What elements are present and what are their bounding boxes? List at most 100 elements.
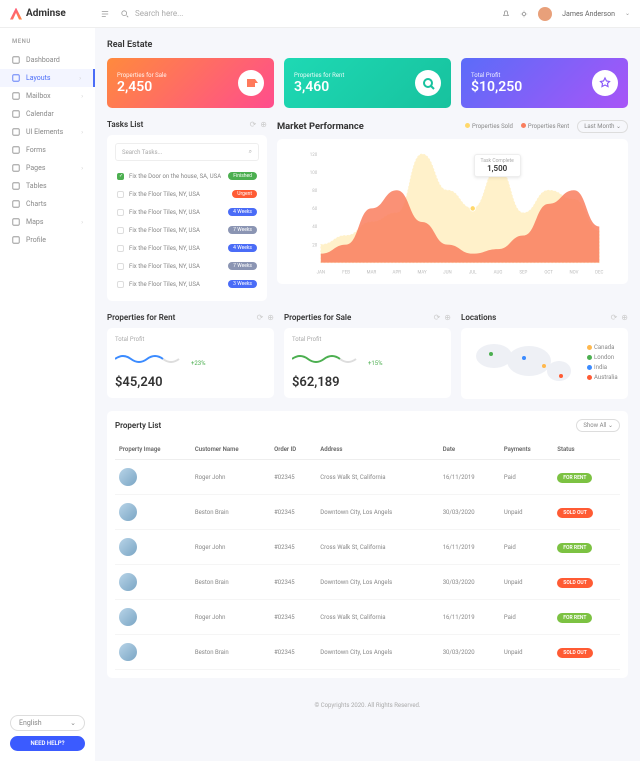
range-select[interactable]: Last Month ⌄ — [577, 120, 628, 133]
page-title: Real Estate — [107, 40, 628, 50]
help-button[interactable]: NEED HELP? — [10, 736, 85, 751]
sidebar-item-calendar[interactable]: Calendar — [0, 105, 95, 123]
grid-icon — [12, 56, 20, 64]
mini-value: $45,240 — [115, 375, 266, 390]
tasks-title: Tasks List — [107, 120, 143, 129]
chevron-right-icon: › — [81, 129, 83, 136]
table-row[interactable]: Roger John#02345Cross Walk St, Californi… — [115, 460, 620, 495]
status-badge: FOR RENT — [557, 543, 592, 553]
more-icon[interactable]: ⊕ — [260, 120, 267, 129]
task-badge: 7 Weeks — [228, 226, 257, 234]
checkbox[interactable] — [117, 245, 124, 252]
task-item[interactable]: Fix the Floor Tiles, NY, USA4 Weeks — [115, 239, 259, 257]
mail-icon — [12, 92, 20, 100]
refresh-icon[interactable]: ⟳ — [250, 120, 257, 129]
table-row[interactable]: Beston Brain#02345Downtown City, Los Ang… — [115, 635, 620, 670]
checkbox[interactable] — [117, 281, 124, 288]
col-header: Order ID — [270, 440, 316, 460]
property-table: Property ImageCustomer NameOrder IDAddre… — [115, 440, 620, 670]
refresh-icon[interactable]: ⟳ — [257, 313, 264, 322]
task-badge: 4 Weeks — [228, 244, 257, 252]
checkbox[interactable] — [117, 191, 124, 198]
property-image — [119, 468, 137, 486]
stat-card[interactable]: Total Profit$10,250 — [461, 58, 628, 108]
chevron-right-icon: › — [81, 93, 83, 100]
search-input[interactable]: Search here... — [95, 9, 502, 18]
property-image — [119, 573, 137, 591]
svg-text:20: 20 — [312, 242, 317, 248]
chevron-right-icon: › — [81, 219, 83, 226]
sidebar-item-charts[interactable]: Charts — [0, 195, 95, 213]
gear-icon[interactable] — [520, 10, 528, 18]
avatar[interactable] — [538, 7, 552, 21]
property-image — [119, 608, 137, 626]
checkbox[interactable] — [117, 209, 124, 216]
sidebar-item-profile[interactable]: Profile — [0, 231, 95, 249]
layers-icon — [12, 74, 20, 82]
more-icon[interactable]: ⊕ — [444, 313, 451, 322]
table-row[interactable]: Beston Brain#02345Downtown City, Los Ang… — [115, 565, 620, 600]
checkbox[interactable] — [117, 263, 124, 270]
svg-text:DEC: DEC — [595, 269, 603, 275]
card-icon — [592, 70, 618, 96]
loc-title: Locations — [461, 313, 496, 322]
task-search[interactable]: Search Tasks...⌕ — [115, 143, 259, 161]
task-item[interactable]: Fix the Floor Tiles, NY, USA3 Weeks — [115, 275, 259, 293]
col-header: Status — [553, 440, 620, 460]
col-header: Property Image — [115, 440, 191, 460]
user-icon — [12, 236, 20, 244]
svg-text:OCT: OCT — [544, 269, 553, 275]
status-badge: SOLD OUT — [557, 508, 593, 518]
task-item[interactable]: Fix the Floor Tiles, NY, USA7 Weeks — [115, 221, 259, 239]
language-select[interactable]: English⌄ — [10, 715, 85, 731]
more-icon[interactable]: ⊕ — [267, 313, 274, 322]
menu-icon[interactable] — [101, 10, 109, 18]
brand[interactable]: Adminse — [10, 8, 95, 20]
tbl-icon — [12, 182, 20, 190]
status-badge: SOLD OUT — [557, 648, 593, 658]
status-badge: FOR RENT — [557, 473, 592, 483]
task-item[interactable]: Fix the Door on the house, SA, USAFinish… — [115, 167, 259, 185]
pct: +15% — [368, 360, 383, 367]
table-row[interactable]: Roger John#02345Cross Walk St, Californi… — [115, 600, 620, 635]
sidebar-item-mailbox[interactable]: Mailbox› — [0, 87, 95, 105]
svg-text:JUN: JUN — [443, 269, 452, 275]
table-row[interactable]: Roger John#02345Cross Walk St, Californi… — [115, 530, 620, 565]
form-icon — [12, 146, 20, 154]
more-icon[interactable]: ⊕ — [621, 313, 628, 322]
refresh-icon[interactable]: ⟳ — [434, 313, 441, 322]
svg-text:80: 80 — [312, 188, 317, 194]
sidebar-item-maps[interactable]: Maps› — [0, 213, 95, 231]
task-item[interactable]: Fix the Floor Tiles, NY, USA7 Weeks — [115, 257, 259, 275]
sidebar: MENU DashboardLayouts›Mailbox›CalendarUI… — [0, 28, 95, 761]
bell-icon[interactable] — [502, 10, 510, 18]
user-name[interactable]: James Anderson — [562, 10, 615, 18]
mini-sub: Total Profit — [115, 336, 266, 343]
col-header: Date — [439, 440, 500, 460]
col-header: Customer Name — [191, 440, 270, 460]
sidebar-item-tables[interactable]: Tables — [0, 177, 95, 195]
sidebar-item-layouts[interactable]: Layouts› — [0, 69, 95, 87]
sidebar-item-dashboard[interactable]: Dashboard — [0, 51, 95, 69]
sidebar-item-ui-elements[interactable]: UI Elements› — [0, 123, 95, 141]
plist-title: Property List — [115, 421, 161, 430]
task-item[interactable]: Fix the Floor Tiles, NY, USA4 Weeks — [115, 203, 259, 221]
bolt-icon — [12, 128, 20, 136]
sparkline — [292, 351, 362, 367]
chevron-down-icon[interactable]: ⌄ — [625, 10, 630, 17]
sidebar-item-forms[interactable]: Forms — [0, 141, 95, 159]
status-badge: FOR RENT — [557, 613, 592, 623]
stat-card[interactable]: Properties for Sale2,450 — [107, 58, 274, 108]
checkbox[interactable] — [117, 227, 124, 234]
chevron-right-icon: › — [81, 165, 83, 172]
task-item[interactable]: Fix the Floor Tiles, NY, USAUrgent — [115, 185, 259, 203]
task-badge: Urgent — [232, 190, 257, 198]
sidebar-item-pages[interactable]: Pages› — [0, 159, 95, 177]
task-badge: 3 Weeks — [228, 280, 257, 288]
table-row[interactable]: Beston Brain#02345Downtown City, Los Ang… — [115, 495, 620, 530]
plist-filter[interactable]: Show All ⌄ — [576, 419, 620, 432]
refresh-icon[interactable]: ⟳ — [611, 313, 618, 322]
checkbox[interactable] — [117, 173, 124, 180]
stat-card[interactable]: Properties for Rent3,460 — [284, 58, 451, 108]
property-image — [119, 503, 137, 521]
